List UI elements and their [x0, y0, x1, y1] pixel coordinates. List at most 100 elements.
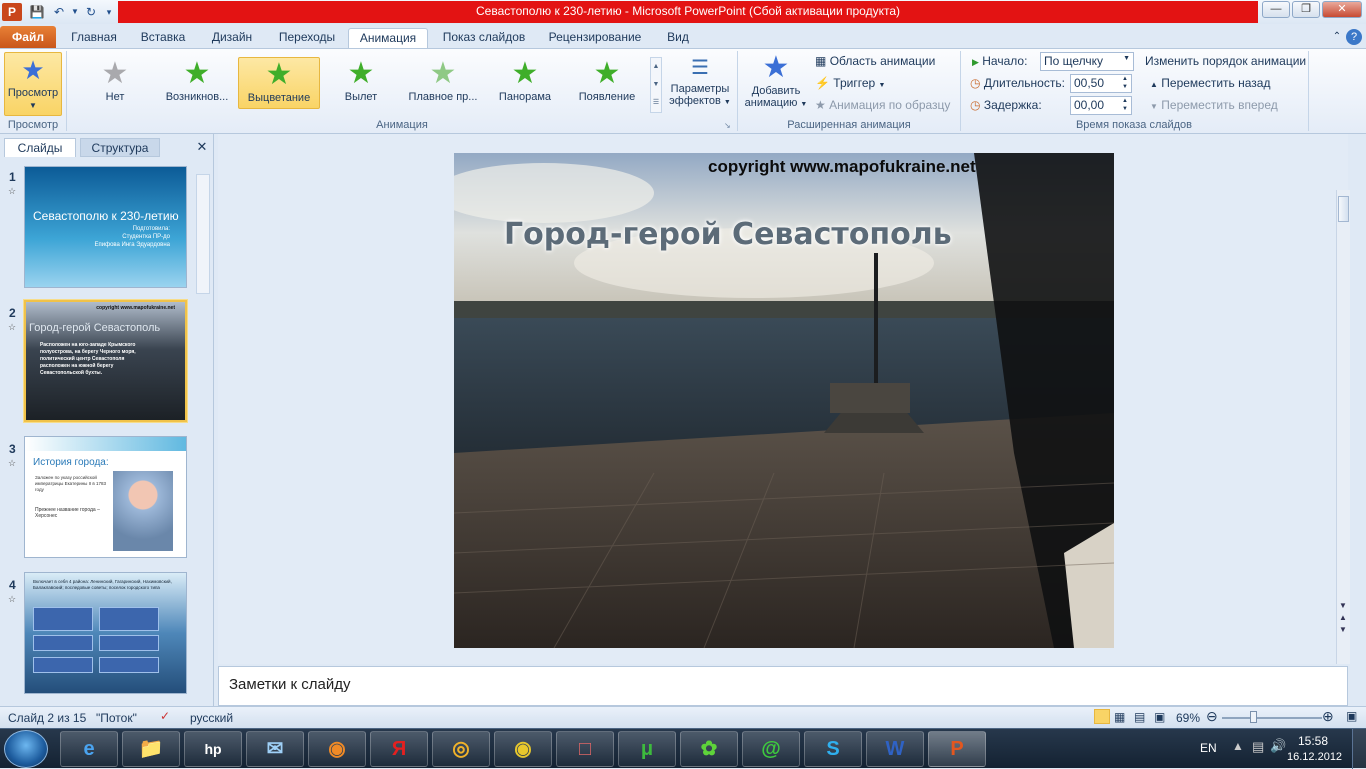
clock-date[interactable]: 16.12.2012 [1287, 751, 1342, 763]
thumb2-body: Расположен на юго-западе Крымского полуо… [40, 342, 136, 376]
animation-pane-button[interactable]: ▦ Область анимации [815, 54, 935, 68]
spin-arrows-icon[interactable]: ▲ ▼ [1122, 75, 1128, 91]
tab-animations[interactable]: Анимация [348, 28, 428, 48]
restore-icon[interactable]: ❐ [1292, 1, 1320, 18]
explorer-icon[interactable]: 📁 [122, 731, 180, 767]
title-bar: P 💾 ↶ ▼ ↻ ▾ Севастополю к 230-летию - Mi… [0, 0, 1366, 24]
slide-sorter-icon[interactable]: ▦ [1114, 710, 1125, 724]
minimize-ribbon-icon[interactable]: ⌃ [1330, 28, 1344, 48]
close-icon[interactable]: ✕ [1322, 1, 1362, 18]
volume-icon[interactable]: 🔊 [1270, 738, 1286, 754]
zoom-level[interactable]: 69% [1176, 711, 1200, 725]
notes-pane[interactable]: Заметки к слайду [218, 666, 1348, 706]
move-later-button[interactable]: ▼ Переместить вперед [1150, 98, 1278, 112]
word-icon[interactable]: W [866, 731, 924, 767]
thumb1-subtitle: Подготовила: Студентка ПР-до Епифова Инга … [94, 226, 170, 248]
reorder-label: Изменить порядок анимации [1145, 54, 1307, 68]
mail-agent-icon[interactable]: @ [742, 731, 800, 767]
firefox-icon[interactable]: ◉ [308, 731, 366, 767]
tab-home[interactable]: Главная [64, 28, 124, 48]
help-icon[interactable]: ? [1346, 29, 1362, 45]
add-animation-button[interactable]: ★ Добавить анимацию ▼ [742, 51, 810, 109]
effect-float-in[interactable]: ★ Плавное пр... [402, 57, 484, 109]
tab-view[interactable]: Вид [658, 28, 698, 48]
preview-star-icon: ★ [21, 55, 45, 85]
slide-thumb-2[interactable]: copyright www.mapofukraine.net Город-гер… [23, 299, 188, 423]
tab-slideshow[interactable]: Показ слайдов [436, 28, 532, 48]
star-float-icon: ★ [429, 57, 457, 90]
clock-icon: ◷ [970, 98, 981, 112]
slideshow-view-icon[interactable]: ▣ [1154, 710, 1165, 724]
minimize-icon[interactable]: — [1262, 1, 1290, 18]
tab-review[interactable]: Рецензирование [540, 28, 650, 48]
theme-name[interactable]: "Поток" [96, 711, 137, 725]
effect-split[interactable]: ★ Панорама [484, 57, 566, 109]
copyright-watermark: copyright www.mapofukraine.net [708, 157, 976, 176]
ie-icon[interactable]: e [60, 731, 118, 767]
zoom-slider-thumb[interactable] [1250, 711, 1257, 723]
start-button[interactable] [4, 730, 48, 768]
aimp-icon[interactable]: ◉ [494, 731, 552, 767]
trigger-button[interactable]: ⚡ Триггер ▼ [815, 76, 885, 90]
network-icon[interactable]: ▤ [1252, 739, 1264, 755]
keyboard-language[interactable]: EN [1200, 741, 1217, 755]
slide-thumb-3[interactable]: История города: Заложен по указу российс… [24, 436, 187, 558]
star-grey-icon: ★ [101, 57, 129, 90]
redo-icon[interactable]: ↻ [82, 3, 100, 21]
presentation-app-icon[interactable]: □ [556, 731, 614, 767]
effect-fade[interactable]: ★ Выцветание [238, 57, 320, 109]
animation-painter-button[interactable]: ★ Анимация по образцу [815, 98, 950, 112]
duration-input[interactable]: 00,50 ▲ ▼ [1070, 74, 1132, 93]
tab-insert[interactable]: Вставка [134, 28, 192, 48]
effect-none[interactable]: ★ Нет [74, 57, 156, 109]
save-icon[interactable]: 💾 [28, 3, 46, 21]
hp-icon[interactable]: hp [184, 731, 242, 767]
icq-icon[interactable]: ✿ [680, 731, 738, 767]
spellcheck-icon[interactable]: ✓ [160, 709, 170, 723]
powerpoint-taskbar-icon[interactable]: P [928, 731, 986, 767]
reading-view-icon[interactable]: ▤ [1134, 710, 1145, 724]
normal-view-icon[interactable] [1094, 709, 1110, 724]
tab-transitions[interactable]: Переходы [272, 28, 342, 48]
delay-input[interactable]: 00,00 ▲ ▼ [1070, 96, 1132, 115]
effect-wipe[interactable]: ★ Появление [566, 57, 648, 109]
fit-to-window-icon[interactable]: ▣ [1346, 709, 1357, 723]
zoom-in-icon[interactable]: ⊕ [1322, 708, 1334, 725]
language-indicator[interactable]: русский [190, 711, 233, 725]
portrait-image [113, 471, 173, 551]
window-title: Севастополю к 230-летию - Microsoft Powe… [475, 4, 900, 18]
tab-outline[interactable]: Структура [80, 138, 160, 157]
gallery-scroll[interactable]: ▲ ▼ ☰ [650, 57, 662, 113]
tray-arrow-icon[interactable]: ▲ [1232, 739, 1244, 753]
move-earlier-button[interactable]: ▲ Переместить назад [1150, 76, 1270, 90]
tab-slides[interactable]: Слайды [4, 138, 76, 157]
start-select[interactable]: По щелчку ▼ [1040, 52, 1134, 71]
preview-button[interactable]: ★ Просмотр ▼ [4, 52, 62, 116]
effect-fly-in[interactable]: ★ Вылет [320, 57, 402, 109]
mail-icon[interactable]: ✉ [246, 731, 304, 767]
media-app-icon[interactable]: ◎ [432, 731, 490, 767]
tab-file[interactable]: Файл [0, 26, 56, 48]
spin-arrows-icon[interactable]: ▲ ▼ [1122, 97, 1128, 113]
slide-title[interactable]: Город-герой Севастополь [504, 217, 952, 252]
effect-options-button[interactable]: ☰ Параметры эффектов ▼ [666, 53, 734, 107]
effect-appear[interactable]: ★ Возникнов... [156, 57, 238, 109]
dialog-launcher-icon[interactable]: ↘ [724, 121, 731, 130]
close-pane-icon[interactable]: ✕ [194, 138, 210, 157]
tab-design[interactable]: Дизайн [202, 28, 262, 48]
powerpoint-app-icon[interactable]: P [2, 3, 22, 21]
canvas-scrollbar[interactable]: ▼ ▲ ▼ [1336, 190, 1350, 664]
pane-scrollbar[interactable] [196, 174, 210, 294]
customize-qat-icon[interactable]: ▾ [100, 3, 118, 21]
slide-thumb-1[interactable]: Севастополю к 230-летию Подготовила: Студ… [24, 166, 187, 288]
zoom-out-icon[interactable]: ⊖ [1206, 708, 1218, 725]
clock-time[interactable]: 15:58 [1298, 734, 1328, 748]
zoom-slider[interactable] [1222, 717, 1322, 719]
slide-canvas[interactable]: copyright www.mapofukraine.net Город-гер… [454, 153, 1114, 648]
slide-thumb-4[interactable]: Включает в себя 4 района: Ленинский, Гаг… [24, 572, 187, 694]
yandex-icon[interactable]: Я [370, 731, 428, 767]
show-desktop-button[interactable] [1352, 729, 1366, 769]
skype-icon[interactable]: S [804, 731, 862, 767]
utorrent-icon[interactable]: μ [618, 731, 676, 767]
scroll-arrows-icon[interactable]: ▼ ▲ ▼ [1339, 600, 1347, 636]
